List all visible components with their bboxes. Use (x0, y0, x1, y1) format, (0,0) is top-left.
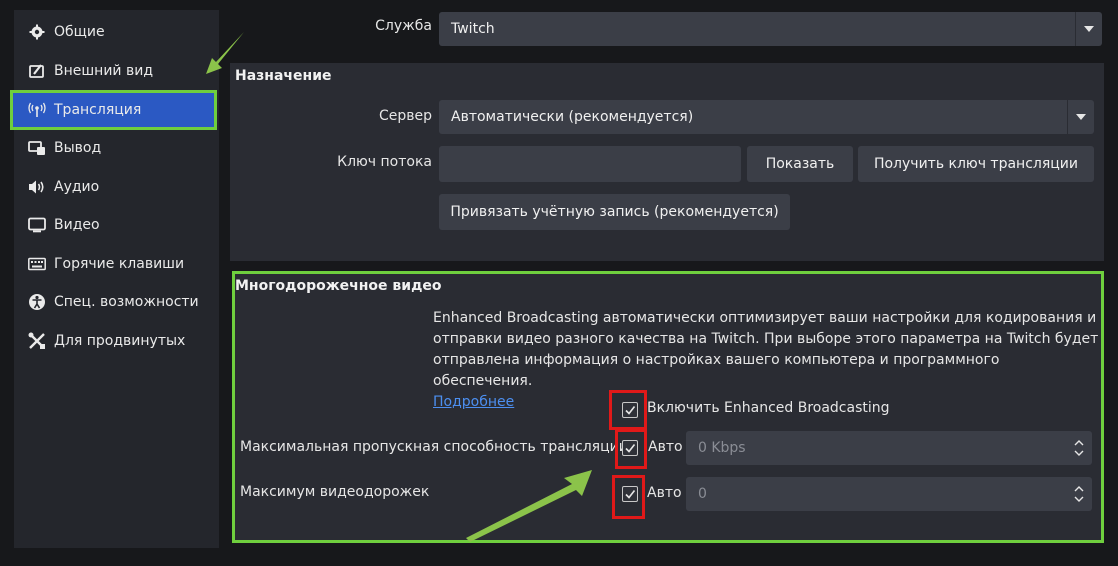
broadcast-icon (28, 101, 46, 119)
get-stream-key-button[interactable]: Получить ключ трансляции (858, 146, 1094, 182)
max-bandwidth-label: Максимальная пропускная способность тран… (240, 439, 628, 455)
sidebar-item-advanced[interactable]: Для продвинутых (14, 323, 219, 359)
annotation-arrow-checkboxes (466, 470, 592, 542)
sidebar-item-audio[interactable]: Аудио (14, 169, 219, 205)
stream-settings: Служба Twitch Назначение Сервер Автомати… (220, 10, 1108, 550)
sidebar-item-hotkeys[interactable]: Горячие клавиши (14, 246, 219, 282)
sidebar-item-label: Общие (54, 24, 105, 40)
tracks-value: 0 (698, 486, 707, 502)
enable-enhanced-label: Включить Enhanced Broadcasting (647, 400, 890, 416)
stream-key-label: Ключ потока (337, 154, 432, 170)
sidebar-item-accessibility[interactable]: Спец. возможности (14, 284, 219, 320)
sidebar-item-label: Трансляция (54, 102, 142, 118)
sidebar-item-label: Для продвинутых (54, 333, 186, 349)
description-line: отправки видео разного качества на Twitc… (433, 331, 1099, 347)
bandwidth-auto-label: Авто (648, 439, 683, 455)
server-label: Сервер (378, 108, 432, 124)
highlight-tracks-checkbox (612, 475, 645, 519)
output-icon (28, 139, 46, 157)
keyboard-icon (28, 255, 46, 273)
show-key-button[interactable]: Показать (747, 146, 853, 182)
stream-key-input[interactable] (439, 146, 741, 182)
max-bandwidth-spinbox[interactable]: 0 Kbps (686, 431, 1092, 465)
chevron-up-icon (1074, 486, 1084, 492)
server-value: Автоматически (рекомендуется) (451, 109, 694, 125)
chevron-up-icon (1074, 440, 1084, 446)
sidebar-item-label: Вывод (54, 140, 102, 156)
multitrack-description: Enhanced Broadcasting автоматически опти… (433, 308, 1103, 413)
max-tracks-spinbox[interactable]: 0 (686, 477, 1092, 511)
chevron-down-icon (1067, 100, 1094, 134)
chevron-down-icon (1074, 496, 1084, 502)
chevron-down-icon (1074, 450, 1084, 456)
service-label: Служба (375, 18, 432, 34)
tools-icon (28, 332, 46, 350)
sidebar-item-appearance[interactable]: Внешний вид (14, 53, 219, 89)
appearance-icon (28, 62, 46, 80)
sidebar-item-label: Аудио (54, 179, 100, 195)
service-value: Twitch (451, 21, 495, 37)
learn-more-link[interactable]: Подробнее (433, 394, 514, 410)
destination-title: Назначение (235, 68, 332, 84)
sidebar-item-label: Спец. возможности (54, 294, 199, 310)
spin-arrows[interactable] (1066, 431, 1092, 465)
chevron-down-icon (1075, 12, 1102, 46)
connect-account-button[interactable]: Привязать учётную запись (рекомендуется) (439, 194, 790, 230)
sidebar-item-label: Горячие клавиши (54, 256, 185, 272)
tracks-auto-label: Авто (647, 485, 682, 501)
sidebar-item-stream[interactable]: Трансляция (10, 90, 217, 130)
service-select[interactable]: Twitch (439, 12, 1102, 46)
sidebar-item-label: Внешний вид (54, 63, 154, 79)
spin-arrows[interactable] (1066, 477, 1092, 511)
description-line: отправлена информация о настройках вашег… (433, 352, 1000, 389)
monitor-icon (28, 216, 46, 234)
max-tracks-label: Максимум видеодорожек (240, 484, 430, 500)
multitrack-title: Многодорожечное видео (235, 278, 442, 294)
accessibility-icon (28, 293, 46, 311)
settings-sidebar: Общие Внешний вид Трансляция Вывод Аудио… (10, 10, 219, 548)
speaker-icon (28, 178, 46, 196)
sidebar-item-video[interactable]: Видео (14, 207, 219, 243)
sidebar-item-general[interactable]: Общие (14, 14, 219, 50)
sidebar-item-label: Видео (54, 217, 100, 233)
description-line: Enhanced Broadcasting автоматически опти… (433, 310, 1097, 326)
server-select[interactable]: Автоматически (рекомендуется) (439, 100, 1094, 134)
highlight-enable-checkbox (609, 390, 647, 430)
bandwidth-value: 0 Kbps (698, 440, 746, 456)
highlight-bandwidth-checkbox (615, 429, 647, 469)
sidebar-item-output[interactable]: Вывод (14, 130, 219, 166)
gear-icon (28, 23, 46, 41)
